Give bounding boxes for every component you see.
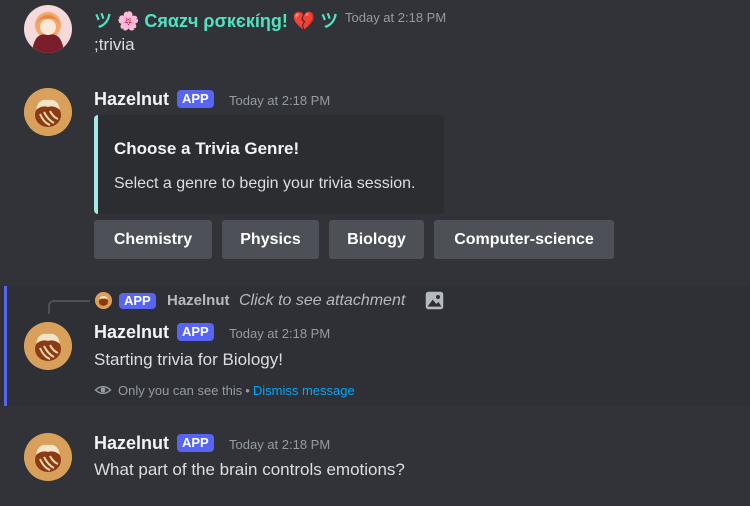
image-icon: [425, 291, 444, 310]
embed-description: Select a genre to begin your trivia sess…: [114, 175, 416, 192]
ephemeral-notice: Only you can see this • Dismiss message: [94, 381, 355, 399]
app-badge: APP: [177, 434, 214, 452]
message-text: Starting trivia for Biology!: [94, 350, 283, 369]
hazelnut-icon: [95, 292, 112, 309]
biology-button[interactable]: Biology: [329, 220, 424, 259]
message-text: What part of the brain controls emotions…: [94, 460, 405, 479]
username-hazelnut[interactable]: Hazelnut: [94, 433, 169, 454]
message-timestamp: Today at 2:18 PM: [345, 10, 447, 25]
dismiss-message-link[interactable]: Dismiss message: [253, 383, 355, 398]
hazelnut-icon: [24, 322, 72, 370]
eye-icon: [94, 385, 112, 395]
app-badge: APP: [177, 90, 214, 108]
ephemeral-notice-text: Only you can see this: [118, 382, 243, 398]
reply-app-badge: APP: [119, 293, 156, 309]
message-timestamp: Today at 2:18 PM: [229, 437, 331, 452]
message-timestamp: Today at 2:18 PM: [229, 93, 331, 108]
reply-preview-text[interactable]: Click to see attachment: [239, 292, 405, 310]
message-timestamp: Today at 2:18 PM: [229, 326, 331, 341]
physics-button[interactable]: Physics: [222, 220, 319, 259]
avatar-user[interactable]: [24, 5, 72, 53]
highlight-bar: [4, 286, 7, 406]
separator: •: [245, 382, 250, 398]
avatar-hazelnut[interactable]: [24, 433, 72, 481]
reply-avatar[interactable]: [95, 292, 112, 309]
message-text: ;trivia: [94, 35, 135, 54]
reply-username[interactable]: Hazelnut: [167, 292, 230, 309]
computer-science-button[interactable]: Computer-science: [434, 220, 614, 259]
username-hazelnut[interactable]: Hazelnut: [94, 322, 169, 343]
trivia-embed: Choose a Trivia Genre! Select a genre to…: [94, 115, 444, 214]
username-user[interactable]: ツ 🌸 Cяαzч ρσкєкíηg! 💔 ツ: [94, 7, 338, 33]
username-hazelnut[interactable]: Hazelnut: [94, 89, 169, 110]
app-badge: APP: [177, 323, 214, 341]
avatar-hazelnut[interactable]: [24, 322, 72, 370]
chemistry-button[interactable]: Chemistry: [94, 220, 212, 259]
hazelnut-icon: [24, 88, 72, 136]
avatar-hazelnut[interactable]: [24, 88, 72, 136]
reply-connector: [48, 300, 90, 314]
hazelnut-icon: [24, 433, 72, 481]
embed-title: Choose a Trivia Genre!: [114, 139, 300, 158]
